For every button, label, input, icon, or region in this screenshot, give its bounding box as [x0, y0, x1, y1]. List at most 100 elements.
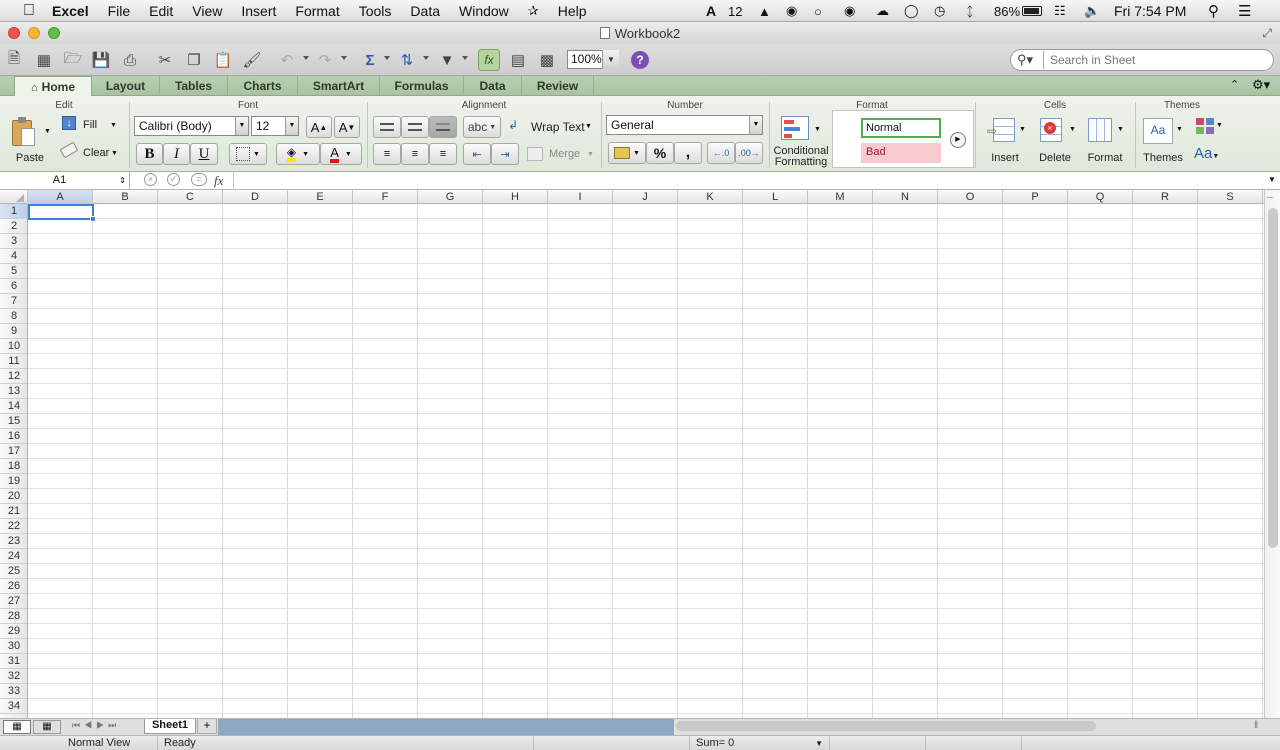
row-header[interactable]: 34	[0, 699, 27, 714]
chevron-down-icon[interactable]: ▼	[285, 117, 298, 135]
filter-icon[interactable]: ▼	[436, 49, 458, 71]
row-header[interactable]: 3	[0, 234, 27, 249]
redo-dropdown-icon[interactable]	[341, 56, 347, 60]
cloud-icon[interactable]: ☁	[876, 0, 889, 22]
name-box[interactable]: A1 ⇕	[0, 172, 130, 190]
row-header[interactable]: 9	[0, 324, 27, 339]
fullscreen-icon[interactable]: ⤢	[1262, 26, 1272, 41]
align-left-button[interactable]: ≡	[373, 143, 401, 165]
percent-button[interactable]: %	[646, 142, 674, 164]
vertical-scrollbar[interactable]: ─	[1264, 190, 1280, 718]
add-sheet-button[interactable]: +	[197, 719, 217, 734]
clear-dropdown-icon[interactable]: ▼	[111, 150, 118, 157]
row-header[interactable]: 19	[0, 474, 27, 489]
menu-format[interactable]: Format	[295, 3, 339, 19]
name-box-stepper-icon[interactable]: ⇕	[119, 172, 126, 189]
fill-handle[interactable]	[90, 216, 96, 222]
paste-dropdown-icon[interactable]: ▼	[44, 128, 51, 135]
merge-icon[interactable]	[527, 147, 543, 161]
sum-display[interactable]: Sum= 0 ▼	[690, 736, 830, 750]
clear-button[interactable]: Clear	[83, 147, 109, 159]
theme-colors-dropdown-icon[interactable]: ▼	[1216, 122, 1223, 129]
undo-dropdown-icon[interactable]	[303, 56, 309, 60]
style-bad[interactable]: Bad	[861, 143, 941, 163]
tab-review[interactable]: Review	[522, 76, 594, 96]
tab-formulas[interactable]: Formulas	[380, 76, 464, 96]
fill-button[interactable]: Fill	[83, 119, 97, 131]
row-header[interactable]: 2	[0, 219, 27, 234]
row-header[interactable]: 23	[0, 534, 27, 549]
function-icon[interactable]: fx	[478, 49, 500, 71]
row-header[interactable]: 1	[0, 204, 27, 219]
fill-color-button[interactable]: ◈ ▼	[276, 143, 320, 165]
notification-icon[interactable]: ☰	[1238, 0, 1251, 22]
apple-icon[interactable]: 	[18, 2, 40, 20]
format-cells-icon[interactable]	[1086, 116, 1114, 144]
print-icon[interactable]: ⎙	[119, 49, 141, 71]
eye-icon[interactable]: ◉	[844, 0, 855, 22]
column-header[interactable]: H	[483, 190, 548, 204]
column-header[interactable]: D	[223, 190, 288, 204]
column-header[interactable]: E	[288, 190, 353, 204]
row-header[interactable]: 25	[0, 564, 27, 579]
edit-formula-icon[interactable]: =	[191, 173, 207, 186]
row-header[interactable]: 6	[0, 279, 27, 294]
row-header[interactable]: 5	[0, 264, 27, 279]
column-header[interactable]: A	[28, 190, 93, 204]
adobe-icon[interactable]: A	[706, 0, 716, 22]
tab-tables[interactable]: Tables	[160, 76, 228, 96]
select-all-button[interactable]	[0, 190, 28, 204]
insert-cells-icon[interactable]: ⇨	[987, 116, 1017, 144]
column-header[interactable]: Q	[1068, 190, 1133, 204]
wifi-icon[interactable]: ☷	[1054, 0, 1066, 22]
time-machine-icon[interactable]: ◷	[934, 0, 945, 22]
undo-icon[interactable]: ↶	[276, 49, 298, 71]
row-header[interactable]: 11	[0, 354, 27, 369]
column-header[interactable]: I	[548, 190, 613, 204]
column-header[interactable]: C	[158, 190, 223, 204]
row-header[interactable]: 29	[0, 624, 27, 639]
merge-dropdown-icon[interactable]: ▼	[587, 151, 594, 158]
sort-dropdown-icon[interactable]	[423, 56, 429, 60]
wrap-text-dropdown-icon[interactable]: ▼	[585, 123, 592, 130]
redo-icon[interactable]: ↷	[314, 49, 336, 71]
number-format-select[interactable]: General ▼	[606, 115, 763, 135]
bluetooth-icon[interactable]: ᛨ	[966, 0, 974, 22]
tab-layout[interactable]: Layout	[92, 76, 160, 96]
conditional-formatting-dropdown-icon[interactable]: ▼	[814, 126, 821, 133]
menu-view[interactable]: View	[192, 3, 222, 19]
filter-dropdown-icon[interactable]	[462, 56, 468, 60]
increase-indent-button[interactable]: ⇥	[491, 143, 519, 165]
expand-formula-icon[interactable]: ▼	[1268, 175, 1276, 184]
gear-icon[interactable]: ⚙▾	[1252, 77, 1270, 93]
disk-icon[interactable]: ◯	[904, 0, 919, 22]
minimize-icon[interactable]	[28, 27, 40, 39]
chevron-down-icon[interactable]: ▼	[602, 50, 619, 69]
italic-button[interactable]: I	[163, 143, 190, 165]
formula-input[interactable]	[236, 172, 1264, 190]
style-normal[interactable]: Normal	[861, 118, 941, 138]
row-header[interactable]: 12	[0, 369, 27, 384]
theme-fonts-button[interactable]: Aa▼	[1194, 145, 1219, 162]
help-icon[interactable]: ?	[631, 51, 649, 69]
horizontal-scroll-thumb[interactable]	[676, 721, 1096, 731]
menu-tools[interactable]: Tools	[359, 3, 392, 19]
format-dropdown-icon[interactable]: ▼	[1117, 126, 1124, 133]
row-header[interactable]: 18	[0, 459, 27, 474]
new-icon[interactable]: 🗎	[3, 49, 25, 71]
menu-data[interactable]: Data	[410, 3, 440, 19]
cut-icon[interactable]: ✂	[154, 49, 176, 71]
column-header[interactable]: S	[1198, 190, 1263, 204]
script-icon[interactable]: ✰	[528, 3, 539, 19]
align-middle-button[interactable]	[401, 116, 429, 138]
format-button[interactable]: Format	[1083, 152, 1127, 164]
insert-function-button[interactable]: fx	[214, 173, 223, 189]
enter-icon[interactable]: ✓	[167, 173, 180, 186]
clipboard-icon[interactable]	[10, 116, 40, 150]
menu-app[interactable]: Excel	[52, 3, 89, 19]
menu-edit[interactable]: Edit	[149, 3, 173, 19]
row-header[interactable]: 16	[0, 429, 27, 444]
currency-button[interactable]: ▼	[608, 142, 646, 164]
column-header[interactable]: R	[1133, 190, 1198, 204]
column-header[interactable]: G	[418, 190, 483, 204]
